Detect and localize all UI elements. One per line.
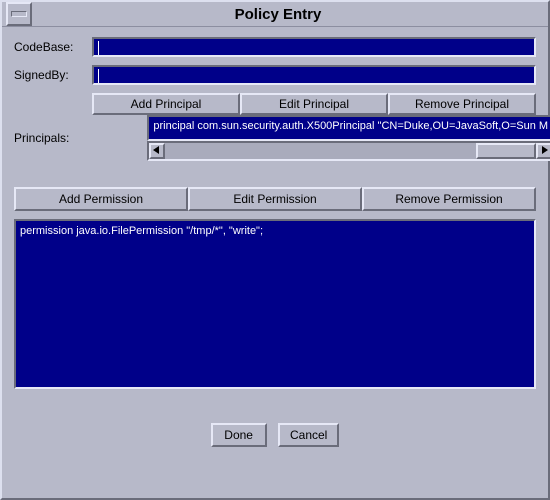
remove-permission-label: Remove Permission <box>395 192 502 206</box>
permissions-list[interactable]: permission java.io.FilePermission "/tmp/… <box>14 219 536 389</box>
remove-permission-button[interactable]: Remove Permission <box>362 187 536 211</box>
done-button[interactable]: Done <box>211 423 267 447</box>
principals-list[interactable]: principal com.sun.security.auth.X500Prin… <box>147 115 550 141</box>
principals-horizontal-scrollbar[interactable] <box>147 141 550 161</box>
dialog-footer: Done Cancel <box>14 423 536 447</box>
add-permission-button[interactable]: Add Permission <box>14 187 188 211</box>
scroll-thumb[interactable] <box>476 143 536 159</box>
edit-principal-label: Edit Principal <box>279 97 349 111</box>
done-label: Done <box>224 428 253 442</box>
edit-permission-button[interactable]: Edit Permission <box>188 187 362 211</box>
window-title: Policy Entry <box>36 6 548 23</box>
signedby-input[interactable] <box>92 65 536 85</box>
scroll-track[interactable] <box>165 143 536 159</box>
scroll-right-arrow-icon[interactable] <box>536 143 550 159</box>
remove-principal-button[interactable]: Remove Principal <box>388 93 536 115</box>
list-item[interactable]: principal com.sun.security.auth.X500Prin… <box>153 120 548 132</box>
policy-entry-window: Policy Entry CodeBase: SignedBy: Add Pri… <box>0 0 550 500</box>
list-item[interactable]: permission java.io.FilePermission "/tmp/… <box>20 225 530 237</box>
client-area: CodeBase: SignedBy: Add Principal Edit P… <box>2 27 548 459</box>
add-permission-label: Add Permission <box>59 192 143 206</box>
cancel-label: Cancel <box>290 428 327 442</box>
add-principal-button[interactable]: Add Principal <box>92 93 240 115</box>
edit-principal-button[interactable]: Edit Principal <box>240 93 388 115</box>
cancel-button[interactable]: Cancel <box>278 423 339 447</box>
remove-principal-label: Remove Principal <box>415 97 509 111</box>
title-bar: Policy Entry <box>2 2 548 27</box>
scroll-left-arrow-icon[interactable] <box>149 143 165 159</box>
principals-label: Principals: <box>14 115 69 145</box>
system-menu-icon[interactable] <box>6 2 32 26</box>
edit-permission-label: Edit Permission <box>233 192 316 206</box>
add-principal-label: Add Principal <box>131 97 202 111</box>
codebase-input[interactable] <box>92 37 536 57</box>
codebase-label: CodeBase: <box>14 40 92 54</box>
signedby-label: SignedBy: <box>14 68 92 82</box>
